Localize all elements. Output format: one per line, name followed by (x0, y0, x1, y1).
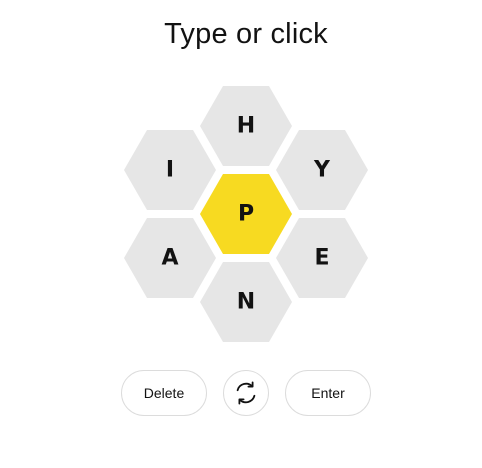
delete-button-label: Delete (143, 385, 185, 401)
shuffle-icon (236, 381, 256, 405)
enter-button-label: Enter (311, 385, 345, 401)
hive-cell-bottom-right[interactable]: E (276, 218, 368, 298)
hive-cell-top-left[interactable]: I (124, 130, 216, 210)
hive-cell-center[interactable]: P (200, 174, 292, 254)
delete-button[interactable]: Delete (121, 370, 207, 416)
hive-cell-top-right[interactable]: Y (276, 130, 368, 210)
shuffle-button[interactable] (223, 370, 269, 416)
hive-cell-top[interactable]: H (200, 86, 292, 166)
hive-cell-bottom-left[interactable]: A (124, 218, 216, 298)
enter-button[interactable]: Enter (285, 370, 371, 416)
hive-grid: P H Y E N A I (124, 86, 368, 342)
hive-cell-bottom[interactable]: N (200, 262, 292, 342)
hive-controls: Delete Enter (0, 370, 482, 416)
